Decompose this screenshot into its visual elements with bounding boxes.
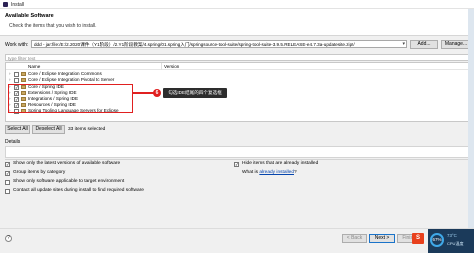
manage-button[interactable]: Manage...: [441, 40, 471, 49]
input-method-icon[interactable]: S: [412, 233, 424, 244]
row-label: Core / Eclipse Integration Pivotal tc Se…: [28, 77, 115, 83]
divider: [5, 159, 471, 160]
cpu-temp: 73°C: [447, 233, 457, 238]
filter-placeholder: type filter text: [8, 55, 36, 61]
annotation-highlight-box: [8, 84, 133, 113]
tree-row[interactable]: › Core / Eclipse Integration Pivotal tc …: [6, 77, 470, 83]
option-label: Show only the latest versions of availab…: [13, 161, 121, 167]
title-bar: Install: [0, 0, 474, 9]
checkbox[interactable]: ✓: [5, 170, 10, 176]
deselect-all-button[interactable]: Deselect All: [32, 125, 65, 134]
row-label: Core / Eclipse Integration Commons: [28, 71, 102, 77]
what-is-prefix: What is: [242, 170, 260, 175]
filter-input[interactable]: type filter text: [5, 54, 471, 61]
column-name[interactable]: Name: [28, 64, 40, 69]
details-panel: [5, 146, 471, 158]
annotation-number: 6: [153, 89, 161, 97]
page-title: Available Software: [5, 13, 54, 19]
selection-count: 33 items selected: [68, 127, 106, 132]
cpu-percent: 67%: [430, 233, 444, 247]
expand-icon[interactable]: ›: [9, 71, 11, 76]
annotation-text: 勾选IDE结尾的四个复选框: [163, 88, 227, 98]
column-version[interactable]: Version: [164, 64, 179, 69]
what-is-installed: What is already installed?: [242, 170, 297, 175]
page-subtitle: Check the items that you wish to install…: [9, 23, 97, 29]
window-edge: [468, 9, 474, 228]
work-with-value: ddd - jar:file:/E:/2.2020课件（Y1阶段）/2.Y1阶段…: [34, 42, 355, 47]
tree-header: Name Version: [6, 63, 470, 70]
what-is-suffix: ?: [294, 170, 297, 175]
checkbox[interactable]: [5, 179, 10, 185]
add-button[interactable]: Add...: [410, 40, 438, 49]
option-label: Contact all update sites during install …: [13, 188, 144, 194]
option-label: Hide items that are already installed: [242, 161, 319, 167]
expand-icon[interactable]: ›: [9, 77, 11, 82]
eclipse-icon: [3, 2, 8, 7]
checkbox[interactable]: [5, 188, 10, 194]
already-installed-link[interactable]: already installed: [259, 170, 294, 175]
checkbox[interactable]: ✓: [234, 161, 239, 167]
package-icon: [21, 72, 26, 76]
option-label: Group items by category: [13, 170, 66, 176]
back-button[interactable]: < Back: [342, 234, 367, 243]
wizard-header: Available Software Check the items that …: [0, 9, 474, 36]
checkbox[interactable]: ✓: [5, 161, 10, 167]
cpu-temp-label: CPU温度: [447, 241, 464, 246]
package-icon: [21, 78, 26, 82]
row-checkbox[interactable]: [14, 71, 19, 77]
option-label: Show only software applicable to target …: [13, 179, 125, 185]
window-title: Install: [11, 1, 25, 8]
details-label: Details: [5, 139, 21, 145]
work-with-label: Work with:: [5, 42, 29, 48]
next-button[interactable]: Next >: [369, 234, 395, 243]
chevron-down-icon[interactable]: ▾: [402, 41, 405, 47]
row-checkbox[interactable]: [14, 77, 19, 83]
help-icon[interactable]: ?: [5, 235, 12, 242]
work-with-combo[interactable]: ddd - jar:file:/E:/2.2020课件（Y1阶段）/2.Y1阶段…: [31, 40, 407, 48]
select-all-button[interactable]: Select All: [5, 125, 30, 134]
annotation-connector: [133, 92, 154, 94]
cpu-monitor-widget: 67% 73°C CPU温度: [428, 229, 474, 253]
